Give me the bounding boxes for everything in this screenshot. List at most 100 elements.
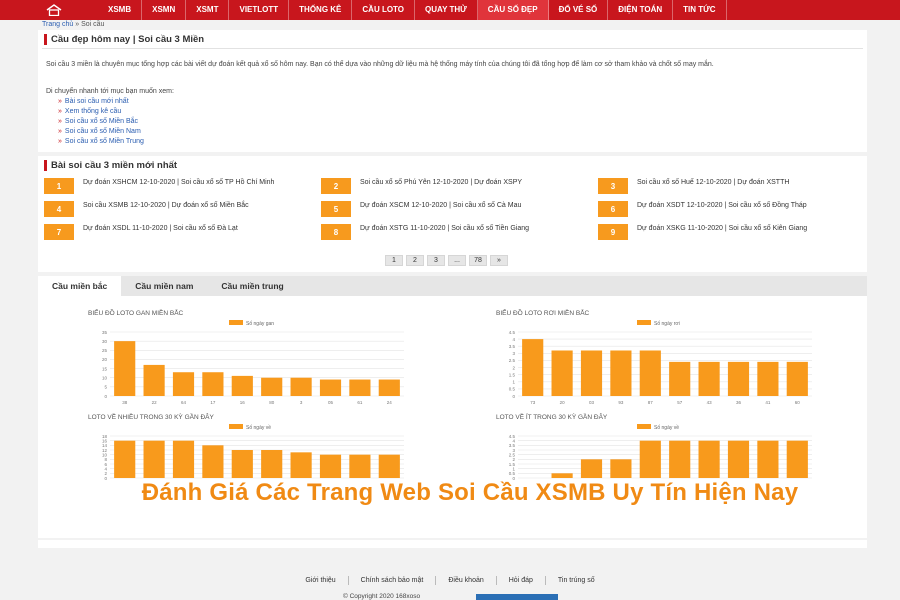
bar (378, 454, 400, 478)
y-tick-label: 2.5 (509, 452, 516, 457)
bar (522, 339, 544, 396)
bar (669, 440, 691, 478)
x-tick-label: 64 (181, 400, 187, 405)
legend-label: Số ngày về (246, 425, 271, 431)
tab-region-0[interactable]: Cầu miền bắc (38, 276, 122, 296)
quick-nav-link[interactable]: Bài soi cầu mới nhất (65, 98, 129, 105)
nav-item-5[interactable]: CẦU LOTO (352, 0, 416, 20)
footer-link[interactable]: Hỏi đáp (497, 576, 546, 585)
x-tick-label: 05 (328, 400, 334, 405)
bar (202, 372, 224, 396)
page-button[interactable]: 1 (385, 255, 403, 266)
quick-nav-link[interactable]: Soi cầu xổ số Miền Bắc (65, 118, 138, 125)
y-tick-label: 20 (102, 357, 108, 362)
post-number: 1 (44, 178, 74, 194)
page-button[interactable]: » (490, 255, 508, 266)
legend-label: Số ngày gan (246, 321, 274, 327)
nav-item-1[interactable]: XSMN (142, 0, 187, 20)
nav-item-9[interactable]: ĐIỆN TOÁN (608, 0, 674, 20)
quick-nav-link[interactable]: Soi cầu xổ số Miền Trung (65, 138, 144, 145)
x-tick-label: 43 (707, 400, 713, 405)
tab-region-1[interactable]: Cầu miền nam (121, 276, 207, 296)
tab-region-2[interactable]: Cầu miền trung (207, 276, 297, 296)
page-button[interactable]: 3 (427, 255, 445, 266)
bar (786, 361, 808, 396)
post-item[interactable]: 6 Dự đoán XSDT 12-10-2020 | Soi cầu xổ số… (598, 201, 858, 223)
post-title[interactable]: Dự đoán XSTG 11-10-2020 | Soi cầu xổ số … (360, 224, 580, 233)
nav-item-2[interactable]: XSMT (186, 0, 230, 20)
footer-link[interactable]: Điều khoản (436, 576, 497, 585)
pagination: 1 2 3... 78» (385, 255, 508, 266)
page-button[interactable]: 2 (406, 255, 424, 266)
post-item[interactable]: 2 Soi cầu xổ số Phú Yên 12-10-2020 | Dự đ… (321, 178, 581, 200)
post-title[interactable]: Dự đoán XSDT 12-10-2020 | Soi cầu xổ số … (637, 201, 857, 210)
post-title[interactable]: Dự đoán XSKG 11-10-2020 | Soi cầu xổ số … (637, 224, 857, 233)
quick-nav-item: Soi cầu xổ số Miền Bắc (58, 117, 144, 127)
y-tick-label: 8 (104, 457, 107, 462)
y-tick-label: 12 (102, 448, 108, 453)
nav-item-7[interactable]: CẦU SỐ ĐẸP (477, 0, 549, 20)
quick-nav-link[interactable]: Xem thống kê cầu (65, 108, 121, 115)
nav-item-10[interactable]: TIN TỨC (673, 0, 727, 20)
page-button[interactable]: ... (448, 255, 466, 266)
y-tick-label: 3.5 (509, 344, 516, 349)
post-item[interactable]: 5 Dự đoán XSCM 12-10-2020 | Soi cầu xổ số… (321, 201, 581, 223)
bar (698, 440, 720, 478)
post-item[interactable]: 7 Dự đoán XSDL 11-10-2020 | Soi cầu xổ số… (44, 224, 304, 246)
post-title[interactable]: Dự đoán XSCM 12-10-2020 | Soi cầu xổ số … (360, 201, 580, 210)
nav-item-6[interactable]: QUAY THỬ (415, 0, 478, 20)
footer-links: Giới thiệu Chính sách bảo mật Điều khoản Hỏ… (0, 576, 900, 585)
bar (669, 361, 691, 396)
page-button[interactable]: 78 (469, 255, 487, 266)
nav-item-8[interactable]: ĐỔ VÉ SỐ (549, 0, 609, 20)
bar (114, 341, 136, 396)
x-tick-label: 57 (677, 400, 683, 405)
post-number: 5 (321, 201, 351, 217)
post-number: 6 (598, 201, 628, 217)
x-tick-label: 16 (240, 400, 246, 405)
post-item[interactable]: 4 Soi cầu XSMB 12-10-2020 | Dự đoán xổ số… (44, 201, 304, 223)
chart-title: LOTO VỀ ÍT TRONG 30 KỲ GẦN ĐÂY (496, 414, 608, 421)
x-tick-label: 60 (795, 400, 801, 405)
y-tick-label: 3.5 (509, 443, 516, 448)
y-tick-label: 3 (512, 351, 515, 356)
bar (290, 377, 312, 396)
title-divider (42, 48, 863, 49)
nav-item-3[interactable]: VIETLOTT (229, 0, 290, 20)
bar (172, 372, 195, 396)
post-title[interactable]: Soi cầu xổ số Huế 12-10-2020 | Dự đoán X… (637, 178, 857, 187)
y-tick-label: 1.5 (509, 462, 516, 467)
breadcrumb-home[interactable]: Trang chủ (42, 21, 73, 28)
home-button[interactable] (40, 0, 68, 20)
intro-text: Soi cầu 3 miền là chuyên mục tổng hợp cá… (46, 61, 714, 68)
copyright: © Copyright 2020 168xoso (343, 593, 421, 600)
post-number: 9 (598, 224, 628, 240)
post-item[interactable]: 9 Dự đoán XSKG 11-10-2020 | Soi cầu xổ số… (598, 224, 858, 246)
chart-legend: Số ngày rơi (637, 320, 680, 327)
x-tick-label: 41 (765, 400, 771, 405)
footer-link[interactable]: Chính sách bảo mật (349, 576, 437, 585)
x-tick-label: 61 (357, 400, 363, 405)
footer-link[interactable]: Giới thiệu (293, 576, 349, 585)
post-item[interactable]: 8 Dự đoán XSTG 11-10-2020 | Soi cầu xổ số… (321, 224, 581, 246)
quick-nav-item: Bài soi cầu mới nhất (58, 97, 144, 107)
post-item[interactable]: 3 Soi cầu xổ số Huế 12-10-2020 | Dự đoán … (598, 178, 858, 200)
post-title[interactable]: Soi cầu XSMB 12-10-2020 | Dự đoán xổ số … (83, 201, 303, 210)
latest-posts-panel: Bài soi cầu 3 miền mới nhất 1 Dự đoán XSH… (38, 156, 867, 272)
quick-nav-link[interactable]: Soi cầu xổ số Miền Nam (65, 128, 141, 135)
breadcrumb-current: Soi cầu (81, 21, 105, 28)
nav-item-0[interactable]: XSMB (98, 0, 143, 20)
nav-item-4[interactable]: THỐNG KÊ (289, 0, 353, 20)
post-title[interactable]: Dự đoán XSHCM 12-10-2020 | Soi cầu xổ số… (83, 178, 303, 187)
bar (143, 440, 165, 478)
y-tick-label: 2 (512, 365, 515, 370)
post-number: 4 (44, 201, 74, 217)
region-tabs: Cầu miền bắc Cầu miền nam Cầu miền trung (38, 276, 867, 296)
home-icon (46, 4, 62, 16)
post-item[interactable]: 1 Dự đoán XSHCM 12-10-2020 | Soi cầu xổ s… (44, 178, 304, 200)
post-title[interactable]: Soi cầu xổ số Phú Yên 12-10-2020 | Dự đo… (360, 178, 580, 187)
post-title[interactable]: Dự đoán XSDL 11-10-2020 | Soi cầu xổ số … (83, 224, 303, 233)
chart-title: LOTO VỀ NHIỀU TRONG 30 KỲ GẦN ĐÂY (88, 414, 214, 421)
footer-link[interactable]: Tin trúng số (546, 576, 607, 585)
chart-legend: Số ngày về (637, 424, 679, 431)
